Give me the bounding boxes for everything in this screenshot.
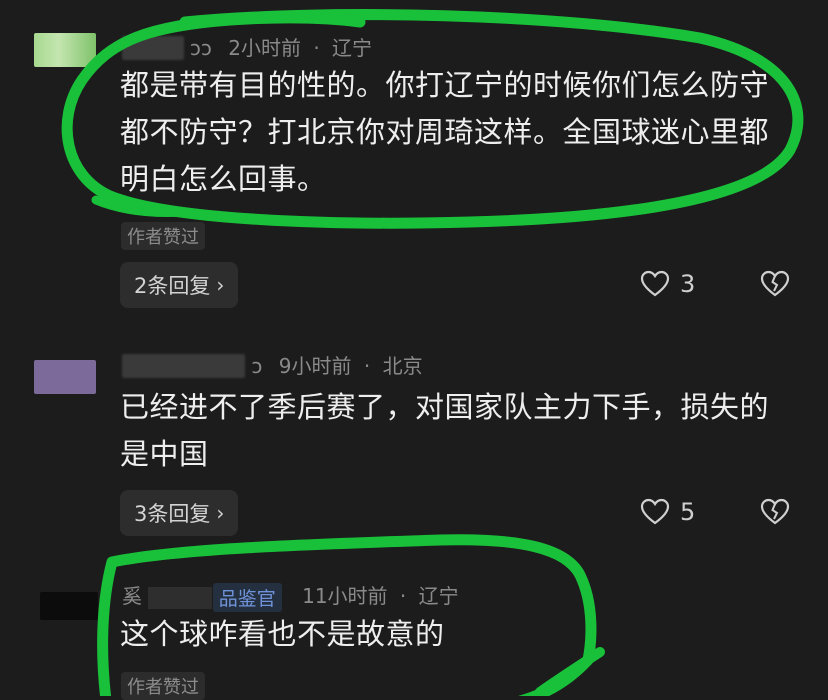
username-tail: ɔɔ xyxy=(189,36,212,60)
avatar[interactable] xyxy=(34,33,96,67)
view-replies-button[interactable]: 3条回复 › xyxy=(120,490,239,536)
annotation-stroke-tail xyxy=(535,647,605,696)
heart-outline-icon xyxy=(640,498,670,525)
like-count: 3 xyxy=(680,270,696,298)
dislike-button[interactable] xyxy=(760,270,790,302)
comment-location: 北京 xyxy=(382,354,423,378)
broken-heart-icon xyxy=(760,270,790,297)
user-badge[interactable]: 品鉴官 xyxy=(212,583,282,612)
comment-time: 9小时前 xyxy=(278,354,352,378)
separator: · xyxy=(399,584,407,608)
comment-location: 辽宁 xyxy=(418,584,459,608)
separator: · xyxy=(363,354,371,378)
username[interactable]: 奚 xyxy=(122,584,142,608)
replies-label: 2条回复 xyxy=(134,274,211,298)
comment-text[interactable]: 这个球咋看也不是故意的 xyxy=(120,611,780,658)
view-replies-button[interactable]: 2条回复 › xyxy=(120,262,239,308)
username-hidden xyxy=(148,586,213,609)
comment-time: 2小时前 xyxy=(228,36,301,60)
like-button[interactable]: 5 xyxy=(640,498,695,526)
like-button[interactable]: 3 xyxy=(640,270,695,298)
comment-meta: ▇▇▇▇▇▇▇▇ ɔ 9小时前 · 北京 xyxy=(122,350,423,379)
comment-time: 11小时前 xyxy=(302,584,388,608)
chevron-right-icon: › xyxy=(216,273,225,297)
separator: · xyxy=(313,36,320,60)
comment-text[interactable]: 已经进不了季后赛了，对国家队主力下手，损失的是中国 xyxy=(120,384,780,478)
author-liked-tag: 作者赞过 xyxy=(121,222,205,250)
comment-text[interactable]: 都是带有目的性的。你打辽宁的时候你们怎么防守都不防守？打北京你对周琦这样。全国球… xyxy=(120,62,780,203)
comment-meta: 奚 品鉴官 11小时前 · 辽宁 xyxy=(122,580,459,612)
avatar[interactable] xyxy=(34,360,96,394)
username[interactable]: ▇▇▇▇ xyxy=(122,36,184,60)
username[interactable]: ▇▇▇▇▇▇▇▇ xyxy=(122,354,246,378)
like-count: 5 xyxy=(680,498,696,526)
avatar[interactable] xyxy=(40,592,98,620)
replies-label: 3条回复 xyxy=(134,502,211,526)
heart-outline-icon xyxy=(640,270,670,297)
chevron-right-icon: › xyxy=(216,501,225,525)
comment-location: 辽宁 xyxy=(332,36,373,60)
username-tail: ɔ xyxy=(251,354,263,378)
broken-heart-icon xyxy=(760,498,790,525)
dislike-button[interactable] xyxy=(760,498,790,530)
comment-meta: ▇▇▇▇ ɔɔ 2小时前 · 辽宁 xyxy=(122,32,372,61)
